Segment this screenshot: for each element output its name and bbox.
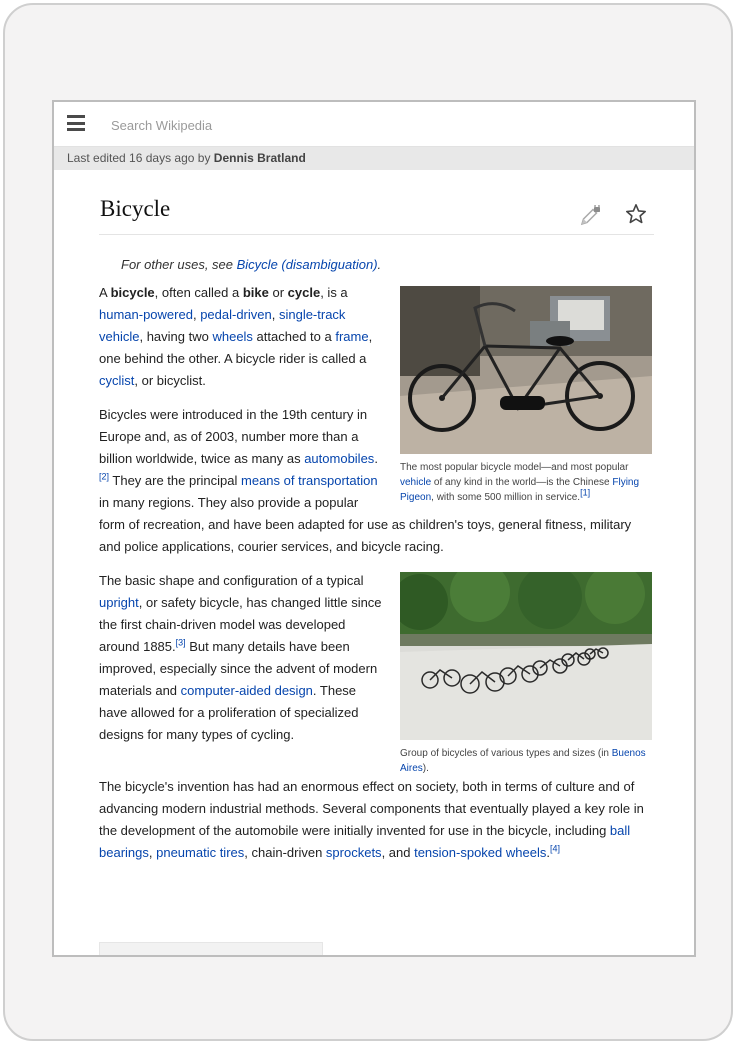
table-of-contents-box[interactable]: [99, 942, 323, 955]
pencil-lock-icon[interactable]: [579, 205, 601, 227]
wheels-link[interactable]: wheels: [212, 329, 252, 344]
frame-link[interactable]: frame: [335, 329, 368, 344]
pneumatic-tires-link[interactable]: pneumatic tires: [156, 845, 244, 860]
means-of-transportation-link[interactable]: means of transportation: [241, 473, 378, 488]
bicycle-photo[interactable]: [400, 286, 652, 454]
article-content: Bicycle For other uses, see Bicycle (dis…: [99, 170, 654, 864]
vehicle-link[interactable]: vehicle: [400, 477, 431, 488]
disambiguation-link[interactable]: Bicycle (disambiguation): [237, 257, 378, 272]
caption-text: The most popular bicycle model—and most …: [400, 462, 629, 473]
last-edited-bar[interactable]: Last edited 16 days ago by Dennis Bratla…: [54, 147, 694, 170]
reference-4[interactable]: [4]: [550, 844, 560, 854]
paragraph-4: The bicycle's invention has had an enorm…: [99, 779, 644, 860]
bold-term-cycle: cycle: [287, 285, 321, 300]
hamburger-menu-icon[interactable]: [67, 115, 85, 131]
reference-1[interactable]: [1]: [580, 488, 590, 498]
caption-text: ).: [422, 763, 429, 774]
computer-aided-design-link[interactable]: computer-aided design: [181, 683, 313, 698]
reference-3[interactable]: [3]: [176, 638, 186, 648]
figure2-caption: Group of bicycles of various types and s…: [400, 746, 652, 776]
caption-text: , with some 500 million in service.: [431, 492, 581, 503]
automobiles-link[interactable]: automobiles: [304, 451, 374, 466]
bold-term-bike: bike: [242, 285, 269, 300]
sprockets-link[interactable]: sprockets: [326, 845, 382, 860]
hatnote-text: For other uses, see: [121, 257, 237, 272]
bicycle-group-photo[interactable]: [400, 572, 652, 740]
human-powered-link[interactable]: human-powered: [99, 307, 193, 322]
star-icon[interactable]: [625, 203, 647, 225]
figure-buenos-aires: Group of bicycles of various types and s…: [400, 572, 652, 776]
pedal-driven-link[interactable]: pedal-driven: [200, 307, 272, 322]
bold-term-bicycle: bicycle: [110, 285, 155, 300]
title-row: Bicycle: [99, 170, 654, 235]
last-edited-user[interactable]: Dennis Bratland: [214, 151, 306, 165]
figure1-caption: The most popular bicycle model—and most …: [400, 460, 652, 505]
tension-spoked-wheels-link[interactable]: tension-spoked wheels: [414, 845, 546, 860]
caption-text: of any kind in the world—is the Chinese: [431, 477, 613, 488]
hatnote-suffix: .: [377, 257, 382, 272]
reference-2[interactable]: [2]: [99, 472, 109, 482]
hatnote: For other uses, see Bicycle (disambiguat…: [121, 257, 654, 272]
last-edited-text: Last edited 16 days ago by: [67, 151, 214, 165]
page-title: Bicycle: [100, 196, 171, 221]
header-bar: [54, 102, 694, 147]
figure-flying-pigeon: The most popular bicycle model—and most …: [400, 286, 652, 505]
screen: Last edited 16 days ago by Dennis Bratla…: [52, 100, 696, 957]
caption-text: Group of bicycles of various types and s…: [400, 748, 612, 759]
upright-link[interactable]: upright: [99, 595, 139, 610]
tablet-frame: Last edited 16 days ago by Dennis Bratla…: [3, 3, 733, 1041]
article-body: The most popular bicycle model—and most …: [99, 282, 654, 864]
cyclist-link[interactable]: cyclist: [99, 373, 134, 388]
search-input[interactable]: [109, 112, 673, 138]
